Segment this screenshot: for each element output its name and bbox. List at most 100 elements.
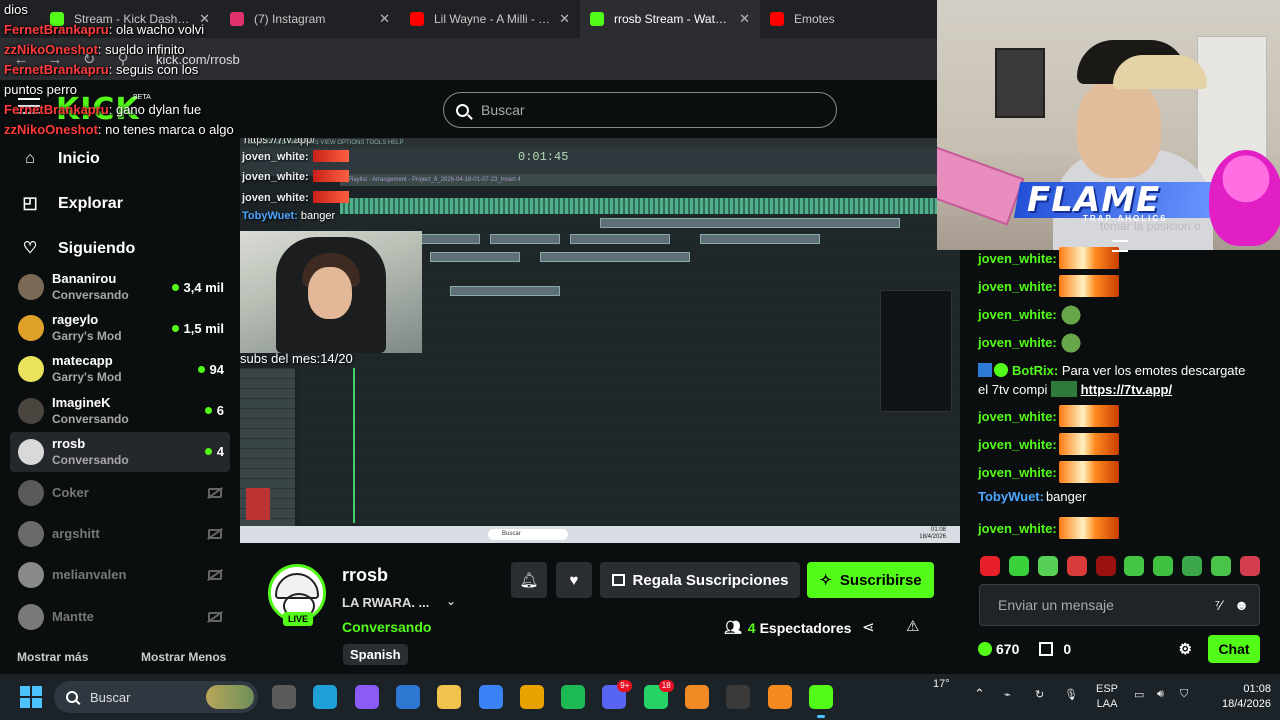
follow-button[interactable]: ♥	[556, 562, 592, 598]
spotify-app[interactable]	[561, 685, 586, 709]
quick-emote-icon[interactable]	[1153, 556, 1174, 576]
chat-username[interactable]: TobyWuet:	[978, 489, 1044, 504]
windows-start-icon[interactable]	[20, 686, 42, 708]
daw-time-display: 0:01:45	[518, 150, 569, 164]
store-app[interactable]	[478, 685, 503, 709]
volume-icon[interactable]: 🔊︎	[1157, 688, 1164, 701]
overlay-webcam	[240, 231, 422, 353]
channel-name: Mantte	[52, 608, 94, 624]
sidebar-item-melianvalen[interactable]: melianvalen	[10, 555, 230, 595]
avatar	[18, 521, 44, 548]
quick-emote-icon[interactable]	[1182, 556, 1203, 576]
sidebar-item-rrosb[interactable]: rrosb Conversando 4	[10, 431, 230, 472]
sidebar-item-rageylo[interactable]: rageylo Garry's Mod 1,5 mil	[10, 308, 230, 348]
browser-tab[interactable]: (7) Instagram ✕	[220, 0, 400, 38]
close-icon[interactable]: ✕	[379, 11, 390, 27]
chat-username[interactable]: joven_white:	[978, 409, 1057, 424]
sidebar-item-mantte[interactable]: Mantte	[10, 597, 230, 637]
chat-username[interactable]: joven_white:	[978, 251, 1057, 266]
sync-icon[interactable]: ↻	[1035, 688, 1044, 701]
taskbar-search[interactable]: Buscar	[54, 681, 258, 713]
chevron-down-icon[interactable]: ⌄	[446, 594, 456, 608]
show-more-button[interactable]: Mostrar más	[17, 650, 88, 664]
sidebar-item-bananirou[interactable]: Bananirou Conversando 3,4 mil	[10, 267, 230, 307]
whatsapp-app[interactable]: 18	[643, 680, 674, 709]
chat-username[interactable]: joven_white:	[978, 521, 1057, 536]
gift-counter[interactable]: 0	[1039, 641, 1071, 657]
fire-emote-icon	[1058, 433, 1119, 455]
share-icon[interactable]: ⋖	[862, 618, 875, 636]
chat-message-input[interactable]: Enviar un mensaje ⁷⁄ ☻	[979, 584, 1260, 626]
emoji-icon[interactable]: ☻	[1234, 597, 1249, 613]
fire-emote-icon	[1058, 275, 1119, 297]
network-icon[interactable]: ⌁	[1004, 688, 1011, 701]
mail-app[interactable]	[395, 685, 420, 709]
battery-icon[interactable]: ⛉	[1180, 688, 1188, 701]
sidebar-item-imaginek[interactable]: ImagineK Conversando 6	[10, 391, 230, 431]
chat-filter-icon[interactable]	[1112, 240, 1128, 252]
quick-emote-icon[interactable]	[1095, 556, 1116, 576]
quick-emote-icon[interactable]	[1239, 556, 1260, 576]
fl-studio-app[interactable]	[767, 685, 792, 709]
browser-tab[interactable]: Emotes	[760, 0, 940, 38]
discord-app[interactable]: 9+	[602, 680, 633, 709]
gift-subs-button[interactable]: Regala Suscripciones	[600, 562, 800, 598]
channel-name[interactable]: rrosb	[342, 565, 388, 586]
quick-emote-icon[interactable]	[1211, 556, 1231, 576]
subscribe-button[interactable]: ✧ Suscribirse	[807, 562, 934, 598]
show-less-button[interactable]: Mostrar Menos	[141, 650, 226, 664]
chat-username[interactable]: joven_white:	[978, 335, 1057, 350]
sidebar-nav-explorar[interactable]: ◰ Explorar	[22, 195, 122, 213]
taskbar-clock[interactable]: 01:08 18/4/2026	[1222, 682, 1271, 712]
sidebar-nav-siguiendo[interactable]: ♡ Siguiendo	[22, 240, 136, 258]
quick-emote-icon[interactable]	[1066, 556, 1087, 576]
file-explorer-app[interactable]	[272, 685, 296, 709]
bot-message: BotRix: Para ver los emotes descargate e…	[978, 363, 1246, 397]
report-warning-icon[interactable]: ⚠	[906, 617, 919, 635]
obs-app[interactable]	[726, 685, 751, 709]
chevron-up-icon[interactable]: ⌃	[974, 686, 985, 702]
sidebar-item-argshitt[interactable]: argshitt	[10, 514, 230, 554]
chat-username[interactable]: joven_white:	[978, 465, 1057, 480]
channel-points[interactable]: 670	[978, 641, 1019, 657]
chrome-app[interactable]	[519, 685, 544, 709]
search-input[interactable]: Buscar	[443, 92, 837, 128]
quick-emote-icon[interactable]	[1008, 556, 1029, 576]
stream-tag[interactable]: Spanish	[343, 644, 408, 665]
7tv-emote-icon[interactable]: ⁷⁄	[1215, 597, 1222, 613]
notification-bell-button[interactable]: 🔔︎	[511, 562, 547, 598]
display-icon[interactable]: ▭	[1134, 688, 1144, 701]
copilot-app[interactable]	[354, 685, 379, 709]
sidebar-item-matecapp[interactable]: matecapp Garry's Mod 94	[10, 349, 230, 389]
chat-settings-icon[interactable]: ⚙	[1179, 640, 1192, 658]
chat-send-button[interactable]: Chat	[1208, 635, 1260, 663]
close-icon[interactable]: ✕	[559, 11, 570, 27]
weather-widget[interactable]: 17°	[933, 678, 950, 690]
stream-category[interactable]: Conversando	[342, 619, 431, 635]
chat-username[interactable]: joven_white:	[978, 307, 1057, 322]
close-icon[interactable]: ✕	[739, 11, 750, 27]
browser-tab[interactable]: Lil Wayne - A Milli - You ✕	[400, 0, 580, 38]
microphone-icon[interactable]: 🎙︎	[1064, 688, 1078, 701]
edge-app[interactable]	[313, 685, 338, 709]
tab-favicon-icon	[590, 12, 604, 26]
video-player[interactable]: FILE EDIT ADD PATTERNS VIEW OPTIONS TOOL…	[240, 138, 960, 543]
daw-playhead	[353, 368, 355, 523]
kick-app[interactable]	[808, 685, 833, 718]
sidebar-item-coker[interactable]: Coker	[10, 473, 230, 513]
language-indicator[interactable]: ESP LAA	[1096, 682, 1118, 712]
quick-emote-icon[interactable]	[1037, 556, 1058, 576]
fire-emote-icon	[1058, 461, 1119, 483]
chat-username[interactable]: joven_white:	[978, 279, 1057, 294]
chat-username[interactable]: joven_white:	[978, 437, 1057, 452]
chat-text: banger	[1045, 489, 1087, 504]
avatar	[18, 438, 44, 465]
bot-link[interactable]: https://7tv.app/	[1081, 382, 1172, 397]
cloud-app[interactable]	[685, 685, 709, 709]
folder-app[interactable]	[437, 685, 462, 709]
quick-emote-icon[interactable]	[1124, 556, 1145, 576]
browser-tab[interactable]: rrosb Stream - Watch Live o ✕	[580, 0, 760, 38]
quick-emote-icon[interactable]	[980, 556, 1000, 576]
channel-category: Garry's Mod	[52, 370, 122, 385]
sparkle-icon: ✧	[819, 572, 832, 589]
